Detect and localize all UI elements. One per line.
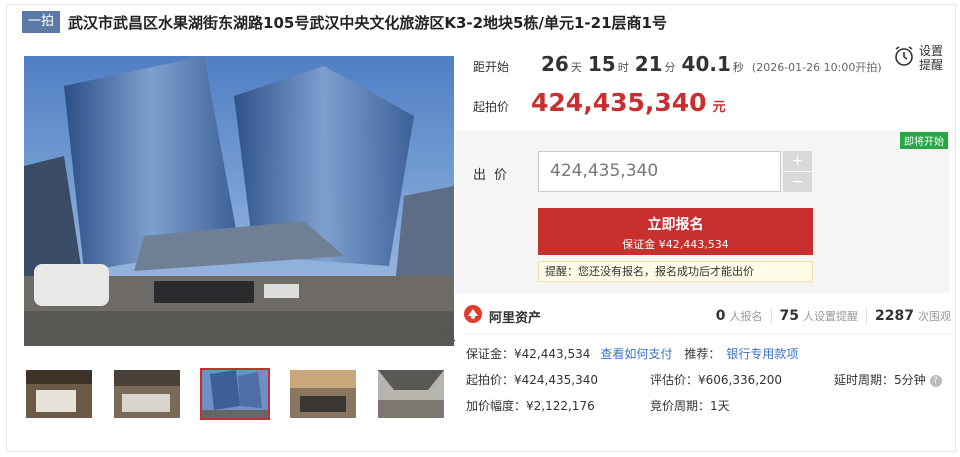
stat-divider xyxy=(866,308,868,324)
stat-signups-label: 人报名 xyxy=(729,310,763,323)
stat-reminders-label: 人设置提醒 xyxy=(803,310,859,323)
apply-now-button[interactable]: 立即报名 保证金 ¥42,443,534 xyxy=(538,208,813,255)
platform-row: 阿里资产 0 人报名 75 人设置提醒 2287 次围观 xyxy=(463,304,951,328)
thumbnail-5[interactable] xyxy=(376,368,446,420)
ali-assets-logo-icon xyxy=(463,304,483,328)
apply-button-deposit: 保证金 ¥42,443,534 xyxy=(622,238,729,251)
start-price-label: 起拍价 xyxy=(473,100,510,114)
auction-stats: 0 人报名 75 人设置提醒 2287 次围观 xyxy=(716,308,951,324)
bank-account-link[interactable]: 银行专用款项 xyxy=(726,345,798,362)
countdown-label: 距开始 xyxy=(473,60,510,74)
stat-views-label: 次围观 xyxy=(918,310,951,323)
reminder-label-line2: 提醒 xyxy=(919,58,944,72)
status-badge: 即将开始 xyxy=(900,132,948,149)
platform-name: 阿里资产 xyxy=(489,310,542,326)
detail-delay-text: 延时周期：5分钟 xyxy=(834,373,926,387)
help-icon[interactable]: ? xyxy=(929,374,942,387)
countdown-hours: 15 xyxy=(587,52,616,76)
auction-title: 一拍 武汉市武昌区水果湖街东湖路105号武汉中央文化旅游区K3-2地块5栋/单元… xyxy=(22,8,667,36)
how-to-pay-link[interactable]: 查看如何支付 xyxy=(600,345,672,362)
thumbnail-4[interactable] xyxy=(288,368,358,420)
detail-start-price: 起拍价：¥424,435,340 xyxy=(466,373,598,387)
countdown-days-unit: 天 xyxy=(570,61,582,74)
stat-divider xyxy=(770,308,772,324)
deposit-row: 保证金：¥42,443,534 查看如何支付 推荐： 银行专用款项 xyxy=(466,345,798,362)
start-price-row: 起拍价 424,435,340 元 xyxy=(473,88,726,117)
deposit-text: 保证金：¥42,443,534 xyxy=(466,347,591,361)
start-price-value: 424,435,340 xyxy=(531,88,707,117)
countdown-start-time: (2026-01-26 10:00开拍) xyxy=(751,61,882,74)
reminder-label: 设置 提醒 xyxy=(919,44,943,72)
bid-panel: 即将开始 出价 424,435,340 + − 立即报名 保证金 ¥42,443… xyxy=(455,130,950,293)
page-title: 武汉市武昌区水果湖街东湖路105号武汉中央文化旅游区K3-2地块5栋/单元1-2… xyxy=(68,13,667,32)
detail-appraisal: 评估价：¥606,336,200 xyxy=(650,373,782,387)
stat-views-count: 2287 xyxy=(875,308,914,324)
countdown-minutes-unit: 分 xyxy=(664,61,676,74)
apply-button-label: 立即报名 xyxy=(647,217,704,233)
thumbnail-1[interactable] xyxy=(24,368,94,420)
zoom-icon[interactable] xyxy=(440,327,456,343)
divider xyxy=(463,333,951,334)
countdown-minutes: 21 xyxy=(634,52,663,76)
main-photo[interactable] xyxy=(24,56,454,346)
countdown: 距开始 26 天 15 时 21 分 40.1 秒 (2026-01-26 10… xyxy=(473,52,882,76)
platform-logo[interactable]: 阿里资产 xyxy=(463,304,541,328)
countdown-seconds-unit: 秒 xyxy=(732,61,744,74)
thumbnail-2[interactable] xyxy=(112,368,182,420)
bid-label: 出价 xyxy=(473,168,516,183)
bid-tip: 提醒：您还没有报名，报名成功后才能出价 xyxy=(538,261,813,282)
start-price-unit: 元 xyxy=(712,100,726,115)
alarm-clock-icon xyxy=(893,45,915,71)
detail-bid-cycle: 竞价周期：1天 xyxy=(650,399,730,413)
stat-reminders-count: 75 xyxy=(779,308,800,324)
stat-signups-count: 0 xyxy=(715,308,726,324)
bid-price-input[interactable]: 424,435,340 xyxy=(538,151,781,192)
set-reminder-button[interactable]: 设置 提醒 xyxy=(893,44,943,72)
bid-decrease-button[interactable]: − xyxy=(783,172,812,192)
detail-delay-period: 延时周期：5分钟? xyxy=(834,371,942,388)
countdown-hours-unit: 时 xyxy=(617,61,629,74)
detail-increment: 加价幅度：¥2,122,176 xyxy=(466,399,595,413)
countdown-days: 26 xyxy=(541,52,569,76)
thumbnail-strip xyxy=(24,368,464,420)
bid-increase-button[interactable]: + xyxy=(783,151,812,171)
thumbnail-3[interactable] xyxy=(200,368,270,420)
reminder-label-line1: 设置 xyxy=(919,44,944,58)
recommend-label: 推荐： xyxy=(684,347,721,361)
auction-type-tag: 一拍 xyxy=(22,11,61,33)
countdown-seconds: 40.1 xyxy=(681,52,731,76)
